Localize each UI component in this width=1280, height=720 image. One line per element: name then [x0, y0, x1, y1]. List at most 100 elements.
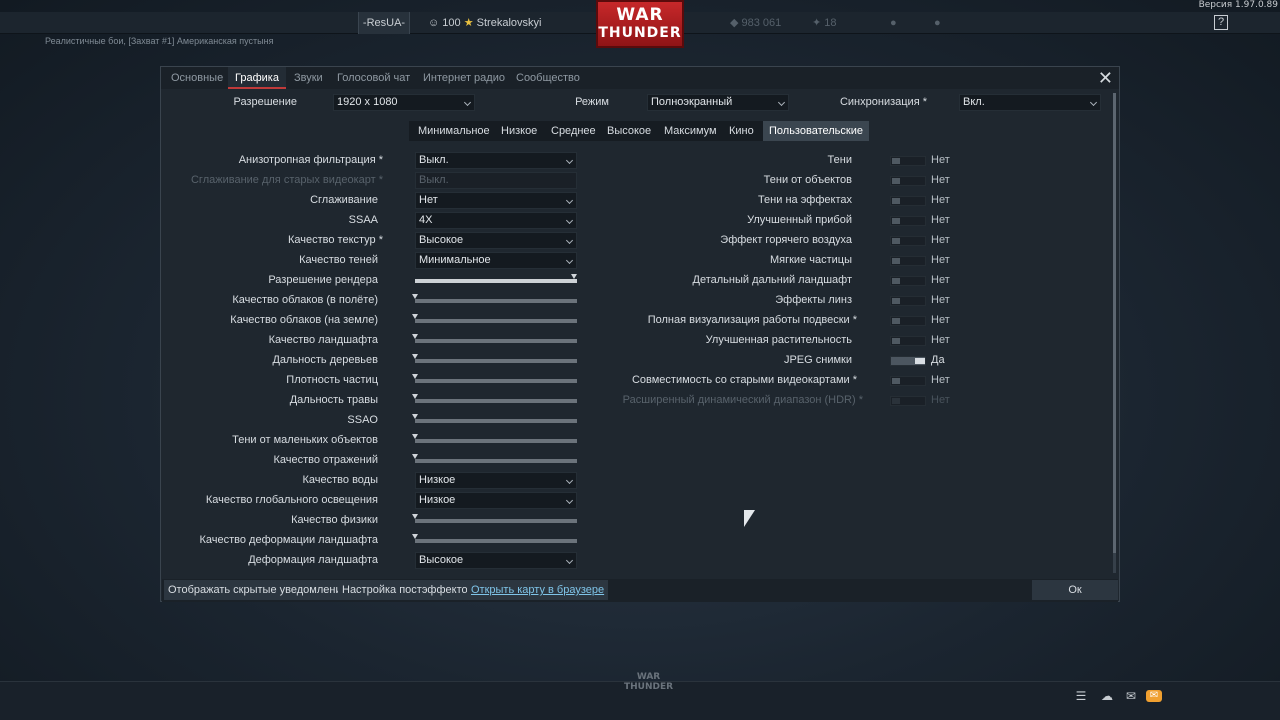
- preset-max[interactable]: Максимум: [658, 121, 723, 141]
- aniso-dropdown[interactable]: Выкл.: [415, 152, 577, 169]
- far-landscape-toggle[interactable]: [890, 276, 926, 286]
- water-quality-value: Низкое: [419, 474, 456, 486]
- chevron-down-icon: [463, 98, 472, 107]
- squad-icon[interactable]: ●: [934, 12, 941, 34]
- object-shadows-toggle[interactable]: [890, 176, 926, 186]
- slider-thumb[interactable]: [412, 294, 418, 299]
- tab-main[interactable]: Основные: [164, 67, 230, 89]
- toggle-knob: [915, 358, 925, 364]
- particle-density-slider[interactable]: [412, 374, 577, 383]
- mode-dropdown[interactable]: Полноэкранный: [647, 94, 789, 111]
- improved-vegetation-toggle[interactable]: [890, 336, 926, 346]
- chevron-down-icon: [565, 496, 574, 505]
- preset-cinema[interactable]: Кино: [723, 121, 760, 141]
- slider-thumb[interactable]: [412, 434, 418, 439]
- tab-community[interactable]: Сообщество: [509, 67, 587, 89]
- ssaa-value: 4X: [419, 214, 433, 226]
- player-info[interactable]: ☺ 100 ★ Strekalovskyi: [428, 12, 541, 34]
- slider-thumb[interactable]: [412, 374, 418, 379]
- water-quality-label: Качество воды: [302, 474, 379, 486]
- heat-haze-toggle[interactable]: [890, 236, 926, 246]
- slider-thumb[interactable]: [412, 534, 418, 539]
- slider-thumb[interactable]: [571, 274, 577, 279]
- lens-effects-toggle[interactable]: [890, 296, 926, 306]
- preset-low[interactable]: Низкое: [495, 121, 543, 141]
- shadow-quality-label: Качество теней: [299, 254, 378, 266]
- clouds-ground-slider[interactable]: [412, 314, 577, 323]
- old-gpu-aa-value: Выкл.: [419, 174, 449, 186]
- slider-thumb[interactable]: [412, 454, 418, 459]
- clan-tag[interactable]: -ResUA-: [358, 12, 410, 34]
- preset-custom[interactable]: Пользовательские: [763, 121, 869, 141]
- open-map-button[interactable]: Открыть карту в браузере: [467, 580, 609, 600]
- grass-distance-slider[interactable]: [412, 394, 577, 403]
- slider-thumb[interactable]: [412, 394, 418, 399]
- shadows-toggle[interactable]: [890, 156, 926, 166]
- tab-graphics[interactable]: Графика: [228, 67, 286, 89]
- mode-label: Режим: [575, 96, 609, 108]
- chat-icon[interactable]: ✉: [1124, 689, 1138, 703]
- improved-surf-toggle[interactable]: [890, 216, 926, 226]
- soft-particles-toggle[interactable]: [890, 256, 926, 266]
- preset-minimal[interactable]: Минимальное: [412, 121, 496, 141]
- scrollbar[interactable]: [1113, 93, 1116, 573]
- aa-dropdown[interactable]: Нет: [415, 192, 577, 209]
- landscape-quality-slider[interactable]: [412, 334, 577, 343]
- aa-label: Сглаживание: [310, 194, 378, 206]
- slider-thumb[interactable]: [412, 354, 418, 359]
- chevron-down-icon: [1089, 98, 1098, 107]
- old-gpu-compat-toggle[interactable]: [890, 376, 926, 386]
- clouds-flight-slider[interactable]: [412, 294, 577, 303]
- ssaa-dropdown[interactable]: 4X: [415, 212, 577, 229]
- ssao-slider[interactable]: [412, 414, 577, 423]
- scrollbar-thumb[interactable]: [1113, 93, 1116, 553]
- sync-dropdown[interactable]: Вкл.: [959, 94, 1101, 111]
- small-shadows-label: Тени от маленьких объектов: [232, 434, 378, 446]
- tab-sounds[interactable]: Звуки: [287, 67, 330, 89]
- hidden-notifications-button[interactable]: Отображать скрытые уведомления: [164, 580, 352, 600]
- hdr-label: Расширенный динамический диапазон (HDR) …: [622, 394, 863, 406]
- shadow-quality-dropdown[interactable]: Минимальное: [415, 252, 577, 269]
- reflection-quality-slider[interactable]: [412, 454, 577, 463]
- small-shadows-slider[interactable]: [412, 434, 577, 443]
- toggle-knob: [892, 378, 900, 384]
- friends-icon[interactable]: ☁: [1100, 689, 1114, 703]
- bottom-bar: Отображать скрытые уведомления Настройка…: [162, 579, 1118, 602]
- close-icon[interactable]: ✕: [1098, 69, 1113, 87]
- jpeg-screenshots-toggle[interactable]: [890, 356, 926, 366]
- eagles-value: 18: [824, 17, 837, 29]
- list-icon[interactable]: ☰: [1074, 689, 1088, 703]
- slider-thumb[interactable]: [412, 334, 418, 339]
- resolution-dropdown[interactable]: 1920 x 1080: [333, 94, 475, 111]
- logo-line2: THUNDER: [598, 25, 682, 41]
- improved-vegetation-label: Улучшенная растительность: [705, 334, 852, 346]
- render-res-slider[interactable]: [415, 274, 577, 283]
- slider-thumb[interactable]: [412, 414, 418, 419]
- logo-line1: WAR: [616, 5, 664, 25]
- posteffects-button[interactable]: Настройка постэффектов: [338, 580, 478, 600]
- effect-shadows-toggle[interactable]: [890, 196, 926, 206]
- water-quality-dropdown[interactable]: Низкое: [415, 472, 577, 489]
- footer-logo-line1: WAR: [636, 672, 661, 682]
- physics-quality-slider[interactable]: [412, 514, 577, 523]
- gi-quality-dropdown[interactable]: Низкое: [415, 492, 577, 509]
- suspension-toggle[interactable]: [890, 316, 926, 326]
- help-icon[interactable]: ?: [1214, 15, 1228, 30]
- mail-icon[interactable]: ✉: [1146, 690, 1162, 702]
- deformation-quality-slider[interactable]: [412, 534, 577, 543]
- resolution-value: 1920 x 1080: [337, 96, 398, 108]
- preset-high[interactable]: Высокое: [601, 121, 657, 141]
- lions-icon: ◆: [730, 17, 742, 29]
- texture-quality-dropdown[interactable]: Высокое: [415, 232, 577, 249]
- ok-button[interactable]: Ок: [1032, 580, 1118, 600]
- tree-distance-slider[interactable]: [412, 354, 577, 363]
- slider-thumb[interactable]: [412, 314, 418, 319]
- tab-internet-radio[interactable]: Интернет радио: [416, 67, 512, 89]
- premium-icon[interactable]: ●: [890, 12, 897, 34]
- landscape-deformation-dropdown[interactable]: Высокое: [415, 552, 577, 569]
- heat-haze-value: Нет: [931, 234, 950, 246]
- preset-medium[interactable]: Среднее: [545, 121, 602, 141]
- slider-thumb[interactable]: [412, 514, 418, 519]
- tab-voice-chat[interactable]: Голосовой чат: [330, 67, 417, 89]
- settings-dialog: Основные Графика Звуки Голосовой чат Инт…: [160, 66, 1120, 602]
